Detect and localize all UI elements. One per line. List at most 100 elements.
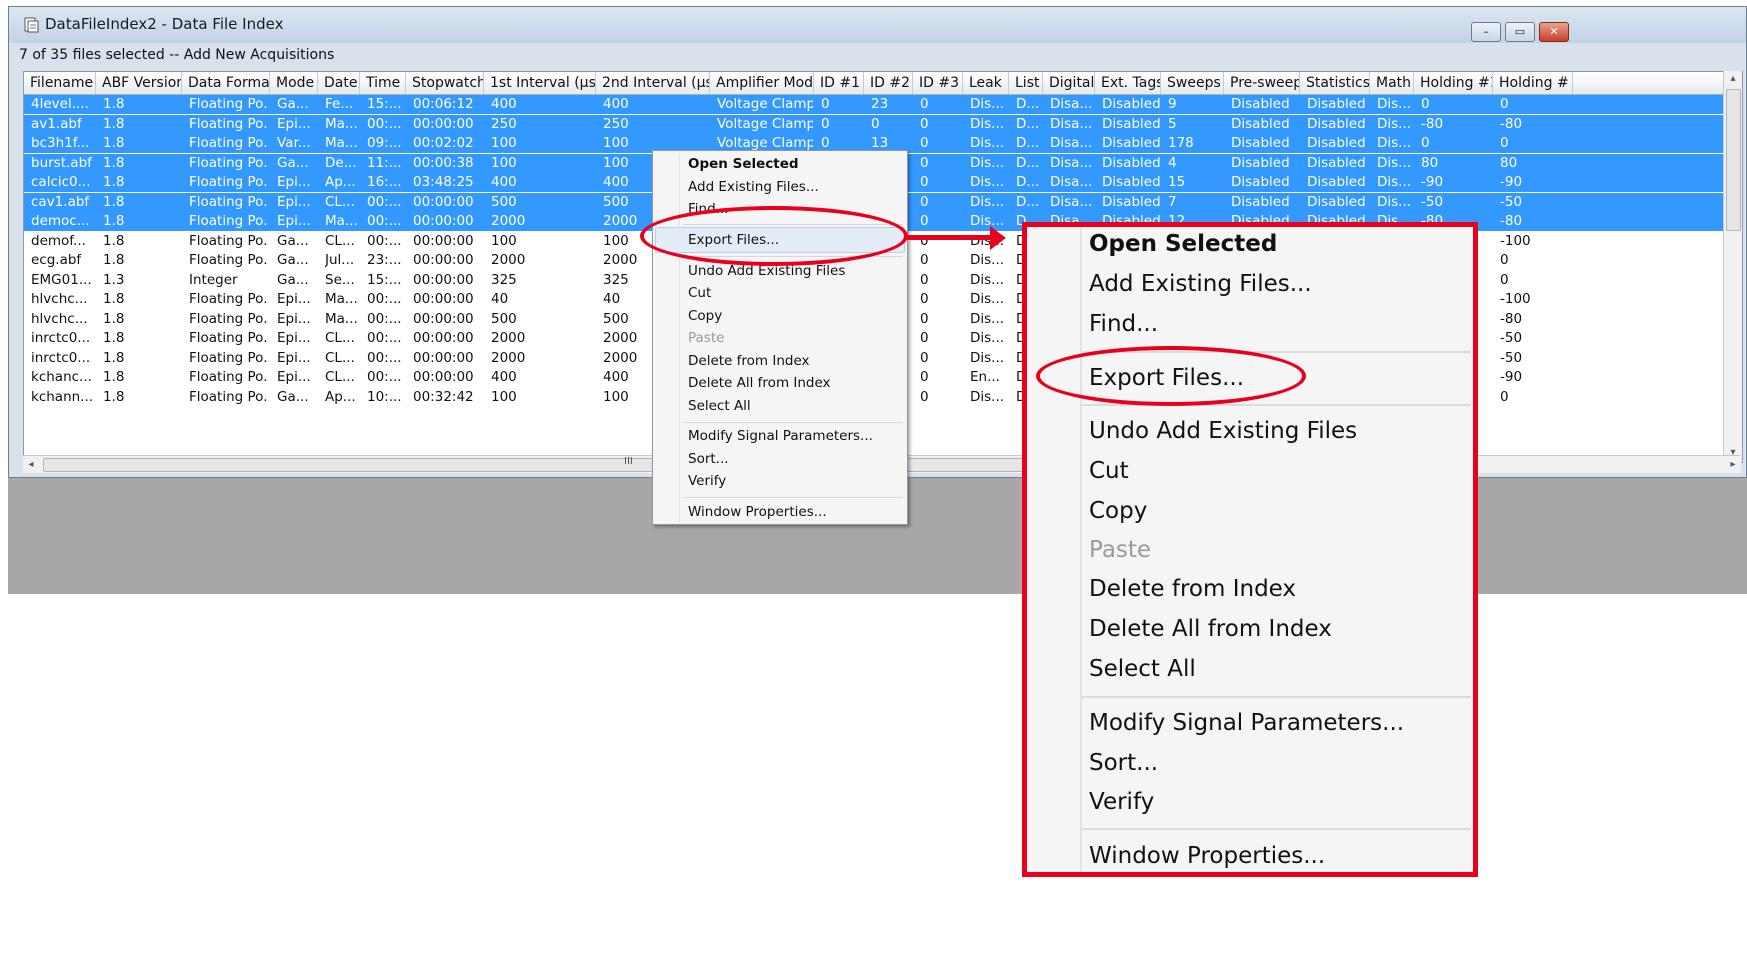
menu-item-open-selected[interactable]: Open Selected — [688, 156, 799, 172]
zoom-menu-item-select-all[interactable]: Select All — [1089, 656, 1196, 682]
table-cell: 0 — [920, 115, 929, 132]
column-header[interactable]: 2nd Interval (µs) — [596, 72, 710, 94]
column-header[interactable]: Sweeps — [1161, 72, 1224, 94]
zoom-menu-item-add-existing-files[interactable]: Add Existing Files... — [1089, 271, 1312, 297]
table-cell: democ... — [31, 213, 90, 229]
table-row[interactable]: av1.abf 1.8 Floating Po... Epi... Ma... 00:..… — [24, 114, 1742, 134]
table-cell: Disa... — [1050, 135, 1093, 151]
table-cell: Ma... — [325, 135, 358, 151]
menu-item-verify[interactable]: Verify — [688, 473, 726, 489]
zoom-menu-item-sort[interactable]: Sort... — [1089, 750, 1158, 776]
table-cell: Dis... — [970, 388, 1005, 405]
vertical-scrollbar[interactable]: ▴ ▾ — [1723, 71, 1742, 461]
table-cell: 4 — [1168, 154, 1177, 171]
table-cell: -100 — [1500, 291, 1531, 307]
table-cell: 00:... — [367, 330, 402, 346]
column-header[interactable]: Filename — [24, 72, 96, 94]
column-header[interactable]: Digital — [1043, 72, 1095, 94]
column-header[interactable]: Date — [318, 72, 360, 94]
table-cell: Disabled — [1102, 154, 1160, 171]
table-cell: 2000 — [491, 213, 526, 229]
table-cell: 250 — [603, 115, 629, 132]
zoom-menu-item-find[interactable]: Find... — [1089, 311, 1158, 337]
column-header[interactable]: ID #3 — [913, 72, 963, 94]
menu-item-modify-signal-parameters[interactable]: Modify Signal Parameters... — [688, 428, 873, 444]
table-cell: Disa... — [1050, 174, 1093, 190]
zoom-menu-item-copy[interactable]: Copy — [1089, 498, 1147, 524]
table-cell: Voltage Clamp — [717, 115, 813, 132]
column-header[interactable]: ID #2 — [864, 72, 913, 94]
table-cell: 1.8 — [103, 232, 125, 249]
zoom-menu-item-modify-signal-parameters[interactable]: Modify Signal Parameters... — [1089, 710, 1404, 736]
column-header[interactable]: Math — [1370, 72, 1414, 94]
table-cell: 7 — [1168, 193, 1177, 210]
zoom-menu-item-open-selected[interactable]: Open Selected — [1089, 231, 1277, 257]
zoom-menu-item-window-properties[interactable]: Window Properties... — [1089, 843, 1325, 869]
column-header[interactable]: Holding # — [1493, 72, 1573, 94]
table-cell: Disabled — [1102, 96, 1160, 112]
column-header[interactable]: Time — [360, 72, 406, 94]
scroll-up-icon[interactable]: ▴ — [1724, 71, 1742, 87]
menu-item-select-all[interactable]: Select All — [688, 398, 751, 414]
column-header[interactable]: ABF Version — [96, 72, 182, 94]
table-cell: 03:48:25 — [413, 174, 474, 190]
close-button[interactable]: ✕ — [1539, 22, 1569, 42]
zoom-menu-item-cut[interactable]: Cut — [1089, 458, 1129, 484]
table-row[interactable]: 4level.... 1.8 Floating Po... Ga... Fe... 15:… — [24, 95, 1742, 114]
title-bar[interactable]: DataFileIndex2 - Data File Index – ▭ ✕ — [9, 7, 1746, 43]
table-cell: -90 — [1500, 369, 1523, 385]
table-cell: Ga... — [277, 271, 309, 288]
table-cell: Disabled — [1102, 115, 1160, 132]
vertical-scroll-thumb[interactable] — [1726, 89, 1741, 231]
table-cell: Dis... — [970, 291, 1005, 307]
column-header[interactable]: Leak — [963, 72, 1009, 94]
zoom-menu-item-verify[interactable]: Verify — [1089, 789, 1154, 815]
table-cell: 0 — [1500, 271, 1509, 288]
column-header[interactable]: Statistics — [1300, 72, 1370, 94]
column-header[interactable]: List — [1009, 72, 1043, 94]
table-cell: 1.8 — [103, 330, 125, 346]
table-cell: 0 — [1500, 388, 1509, 405]
column-header[interactable]: Ext. Tags — [1095, 72, 1161, 94]
table-cell: 100 — [491, 135, 517, 151]
table-cell: 00:00:00 — [413, 252, 474, 268]
table-cell: Ga... — [277, 252, 309, 268]
menu-item-window-properties[interactable]: Window Properties... — [688, 504, 827, 520]
column-header[interactable]: Holding #1 — [1414, 72, 1493, 94]
table-cell: 0 — [871, 115, 880, 132]
menu-item-copy[interactable]: Copy — [688, 308, 722, 324]
table-cell: 1.8 — [103, 174, 125, 190]
table-cell: Disa... — [1050, 193, 1093, 210]
table-cell: 00:00:38 — [413, 154, 474, 171]
zoom-menu-item-delete-from-index[interactable]: Delete from Index — [1089, 576, 1296, 602]
zoom-menu-item-delete-all-from-index[interactable]: Delete All from Index — [1089, 616, 1332, 642]
zoom-menu-item-undo-add-existing-files[interactable]: Undo Add Existing Files — [1089, 418, 1357, 444]
scroll-right-icon[interactable]: ▸ — [1725, 456, 1741, 473]
minimize-button[interactable]: – — [1471, 22, 1501, 42]
table-cell: Dis... — [1377, 115, 1412, 132]
menu-item-sort[interactable]: Sort... — [688, 451, 729, 467]
maximize-button[interactable]: ▭ — [1505, 22, 1535, 42]
table-cell: Floating Po... — [189, 252, 269, 268]
table-cell: Dis... — [970, 135, 1005, 151]
table-cell: 250 — [491, 115, 517, 132]
menu-item-cut[interactable]: Cut — [688, 285, 711, 301]
menu-item-delete-from-index[interactable]: Delete from Index — [688, 353, 810, 369]
table-cell: 11:... — [367, 154, 402, 171]
menu-item-add-existing-files[interactable]: Add Existing Files... — [688, 179, 819, 195]
column-header[interactable]: ID #1 — [814, 72, 864, 94]
column-header[interactable]: 1st Interval (µs) — [484, 72, 596, 94]
table-cell: 0 — [920, 291, 929, 307]
table-cell: CL... — [325, 349, 355, 366]
scroll-left-icon[interactable]: ◂ — [23, 456, 39, 473]
menu-item-delete-all-from-index[interactable]: Delete All from Index — [688, 375, 831, 391]
column-header[interactable]: Amplifier Mode — [710, 72, 814, 94]
table-cell: Disabled — [1231, 193, 1290, 210]
table-cell: 00:00:00 — [413, 330, 474, 346]
annotation-ellipse-zoomed — [1036, 346, 1306, 406]
table-cell: inrctc0... — [31, 349, 91, 366]
column-header[interactable]: Stopwatch — [406, 72, 484, 94]
column-header[interactable]: Data Format — [182, 72, 270, 94]
column-header[interactable]: Mode — [270, 72, 318, 94]
column-header[interactable]: Pre-sweep — [1224, 72, 1300, 94]
